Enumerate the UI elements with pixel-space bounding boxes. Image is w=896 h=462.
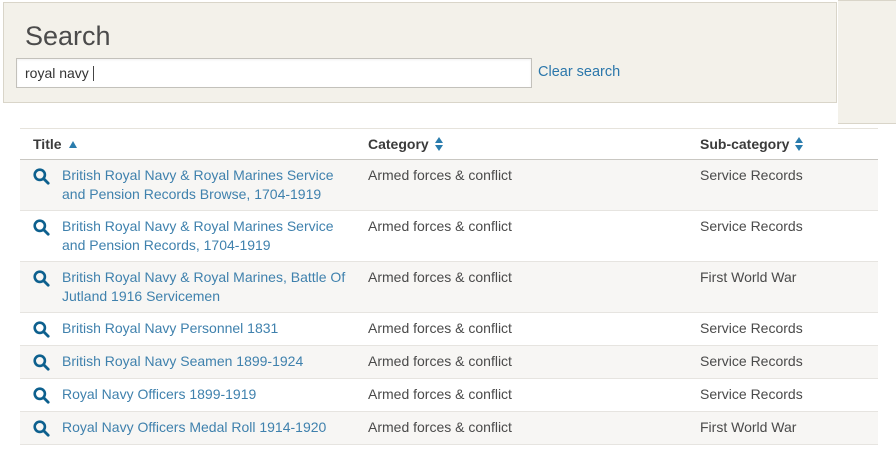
search-panel: Search royal navy Clear search — [3, 2, 837, 103]
column-header-category-label: Category — [368, 136, 429, 152]
sort-ascending-icon — [68, 140, 77, 148]
row-icon-cell — [20, 418, 62, 438]
record-category: Armed forces & conflict — [368, 167, 512, 183]
row-icon-cell — [20, 319, 62, 339]
record-title-link[interactable]: British Royal Navy Personnel 1831 — [62, 320, 278, 336]
table-row: British Royal Navy Personnel 1831 Armed … — [20, 313, 878, 346]
column-header-subcategory-label: Sub-category — [700, 136, 790, 152]
table-row: British Royal Navy & Royal Marines, Batt… — [20, 262, 878, 313]
row-icon-cell — [20, 166, 62, 186]
magnifier-icon[interactable] — [32, 320, 51, 339]
record-title-cell: British Royal Navy Seamen 1899-1924 — [62, 352, 368, 371]
record-subcategory: Service Records — [700, 218, 803, 234]
record-title-link[interactable]: British Royal Navy Seamen 1899-1924 — [62, 353, 303, 369]
magnifier-icon[interactable] — [32, 167, 51, 186]
search-results-page: Search royal navy Clear search Title Cat… — [0, 0, 896, 462]
magnifier-icon[interactable] — [32, 269, 51, 288]
sort-toggle-icon — [795, 137, 804, 151]
table-body: British Royal Navy & Royal Marines Servi… — [20, 160, 878, 445]
results-table: Title Category Sub-category British Roya… — [20, 128, 878, 445]
record-category: Armed forces & conflict — [368, 218, 512, 234]
record-category: Armed forces & conflict — [368, 269, 512, 285]
text-caret — [92, 65, 94, 81]
record-title-link[interactable]: British Royal Navy & Royal Marines Servi… — [62, 167, 334, 202]
magnifier-icon[interactable] — [32, 419, 51, 438]
table-header-row: Title Category Sub-category — [20, 128, 878, 160]
search-input[interactable]: royal navy — [16, 58, 532, 88]
record-subcategory: Service Records — [700, 386, 803, 402]
row-icon-cell — [20, 352, 62, 372]
table-row: Royal Navy Officers 1899-1919 Armed forc… — [20, 379, 878, 412]
row-icon-cell — [20, 268, 62, 288]
record-category: Armed forces & conflict — [368, 320, 512, 336]
record-title-cell: Royal Navy Officers Medal Roll 1914-1920 — [62, 418, 368, 437]
record-category: Armed forces & conflict — [368, 386, 512, 402]
sort-toggle-icon — [434, 137, 443, 151]
record-title-cell: British Royal Navy & Royal Marines Servi… — [62, 166, 368, 204]
record-category: Armed forces & conflict — [368, 419, 512, 435]
adjacent-panel-fragment — [838, 0, 896, 124]
record-title-cell: Royal Navy Officers 1899-1919 — [62, 385, 368, 404]
column-header-subcategory[interactable]: Sub-category — [700, 136, 878, 152]
record-title-cell: British Royal Navy & Royal Marines Servi… — [62, 217, 368, 255]
record-subcategory: Service Records — [700, 353, 803, 369]
row-icon-cell — [20, 217, 62, 237]
record-title-link[interactable]: Royal Navy Officers Medal Roll 1914-1920 — [62, 419, 326, 435]
table-row: Royal Navy Officers Medal Roll 1914-1920… — [20, 412, 878, 445]
search-input-value: royal navy — [25, 65, 89, 81]
record-title-link[interactable]: British Royal Navy & Royal Marines Servi… — [62, 218, 334, 253]
magnifier-icon[interactable] — [32, 353, 51, 372]
record-title-link[interactable]: Royal Navy Officers 1899-1919 — [62, 386, 256, 402]
magnifier-icon[interactable] — [32, 218, 51, 237]
record-subcategory: Service Records — [700, 167, 803, 183]
table-row: British Royal Navy & Royal Marines Servi… — [20, 160, 878, 211]
table-row: British Royal Navy Seamen 1899-1924 Arme… — [20, 346, 878, 379]
record-subcategory: Service Records — [700, 320, 803, 336]
record-category: Armed forces & conflict — [368, 353, 512, 369]
record-title-cell: British Royal Navy Personnel 1831 — [62, 319, 368, 338]
record-title-cell: British Royal Navy & Royal Marines, Batt… — [62, 268, 368, 306]
column-header-category[interactable]: Category — [368, 136, 700, 152]
column-header-title-label: Title — [33, 136, 62, 152]
row-icon-cell — [20, 385, 62, 405]
record-subcategory: First World War — [700, 269, 797, 285]
record-subcategory: First World War — [700, 419, 797, 435]
clear-search-link[interactable]: Clear search — [538, 64, 620, 80]
column-header-title[interactable]: Title — [20, 136, 368, 152]
page-title: Search — [25, 21, 111, 51]
table-row: British Royal Navy & Royal Marines Servi… — [20, 211, 878, 262]
record-title-link[interactable]: British Royal Navy & Royal Marines, Batt… — [62, 269, 345, 304]
magnifier-icon[interactable] — [32, 386, 51, 405]
